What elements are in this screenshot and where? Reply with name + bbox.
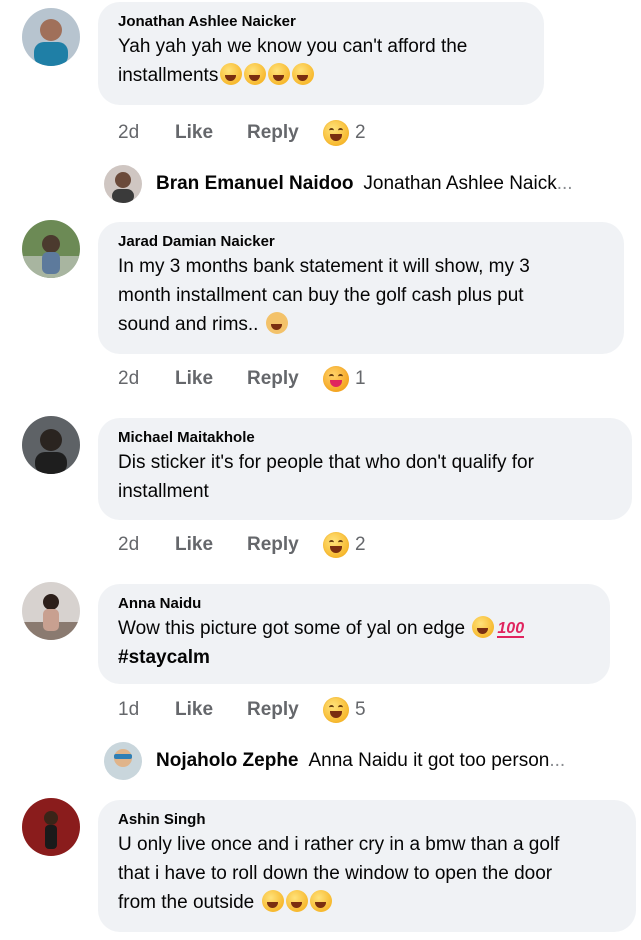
laughing-face-icon — [323, 532, 349, 558]
hashtag-link[interactable]: #staycalm — [118, 647, 210, 668]
avatar[interactable] — [22, 416, 80, 474]
laughing-face-icon — [323, 120, 349, 146]
comment-bubble: Michael Maitakhole Dis sticker it's for … — [98, 418, 632, 520]
reply-preview-row[interactable]: Bran Emanuel Naidoo Jonathan Ashlee Naic… — [104, 165, 573, 203]
reply-text: Jonathan Ashlee Naick — [363, 173, 557, 194]
comment-author[interactable]: Michael Maitakhole — [118, 428, 614, 448]
comment-text: Dis sticker it's for people that who don… — [118, 452, 534, 502]
reply-preview-row[interactable]: Nojaholo Zephe Anna Naidu it got too per… — [104, 742, 565, 780]
comment-bubble: Jarad Damian Naicker In my 3 months bank… — [98, 222, 624, 354]
comment-author[interactable]: Ashin Singh — [118, 810, 618, 830]
laughing-face-icon — [472, 616, 495, 638]
reply-button[interactable]: Reply — [247, 368, 323, 390]
comment-author[interactable]: Jonathan Ashlee Naicker — [118, 12, 526, 32]
person-tipping-hand-icon — [265, 312, 288, 334]
reaction-summary[interactable]: 1 — [323, 366, 366, 392]
laughing-face-icon — [323, 697, 349, 723]
reaction-summary[interactable]: 2 — [323, 532, 366, 558]
comment-actions: 2d Like Reply 2 — [118, 532, 366, 558]
like-button[interactable]: Like — [175, 534, 247, 556]
comment-text: In my 3 months bank statement it will sh… — [118, 256, 530, 335]
avatar[interactable] — [22, 8, 80, 66]
avatar — [104, 165, 142, 203]
comment-actions: 2d Like Reply 2 — [118, 120, 366, 146]
like-button[interactable]: Like — [175, 122, 247, 144]
reply-author[interactable]: Bran Emanuel Naidoo — [156, 173, 353, 195]
avatar[interactable] — [22, 220, 80, 278]
reply-text: Anna Naidu it got too person — [308, 750, 550, 771]
reaction-summary[interactable]: 2 — [323, 120, 366, 146]
timestamp[interactable]: 2d — [118, 534, 175, 556]
timestamp[interactable]: 1d — [118, 699, 175, 721]
timestamp[interactable]: 2d — [118, 368, 175, 390]
reply-button[interactable]: Reply — [247, 534, 323, 556]
comment-bubble: Anna Naidu Wow this picture got some of … — [98, 584, 610, 684]
avatar[interactable] — [22, 798, 80, 856]
comment-bubble: Jonathan Ashlee Naicker Yah yah yah we k… — [98, 2, 544, 105]
reaction-summary[interactable]: 5 — [323, 697, 366, 723]
comment-author[interactable]: Anna Naidu — [118, 594, 592, 614]
like-button[interactable]: Like — [175, 699, 247, 721]
reply-author[interactable]: Nojaholo Zephe — [156, 750, 299, 772]
laughing-face-icon — [309, 890, 332, 912]
reaction-count: 5 — [355, 699, 366, 720]
laughing-face-icon — [268, 63, 291, 85]
hundred-points-icon: 100 — [497, 620, 525, 638]
comment-text: U only live once and i rather cry in a b… — [118, 834, 560, 913]
reaction-count: 1 — [355, 368, 366, 389]
comment-bubble: Ashin Singh U only live once and i rathe… — [98, 800, 636, 932]
comment-actions: 2d Like Reply 1 — [118, 366, 366, 392]
timestamp[interactable]: 2d — [118, 122, 175, 144]
ellipsis: ... — [556, 173, 573, 194]
ellipsis: ... — [549, 750, 566, 771]
laughing-face-icon — [244, 63, 267, 85]
reaction-count: 2 — [355, 534, 366, 555]
comment-text: Yah yah yah we know you can't afford the… — [118, 36, 468, 86]
reply-button[interactable]: Reply — [247, 699, 323, 721]
laughing-face-icon — [285, 890, 308, 912]
reaction-count: 2 — [355, 122, 366, 143]
comment-author[interactable]: Jarad Damian Naicker — [118, 232, 606, 252]
avatar — [104, 742, 142, 780]
comment-text: Wow this picture got some of yal on edge… — [118, 616, 525, 668]
laughing-face-icon — [261, 890, 284, 912]
reply-button[interactable]: Reply — [247, 122, 323, 144]
comment-actions: 1d Like Reply 5 — [118, 697, 366, 723]
like-button[interactable]: Like — [175, 368, 247, 390]
laughing-face-icon — [220, 63, 243, 85]
care-face-icon — [323, 366, 349, 392]
avatar[interactable] — [22, 582, 80, 640]
laughing-face-icon — [292, 63, 315, 85]
